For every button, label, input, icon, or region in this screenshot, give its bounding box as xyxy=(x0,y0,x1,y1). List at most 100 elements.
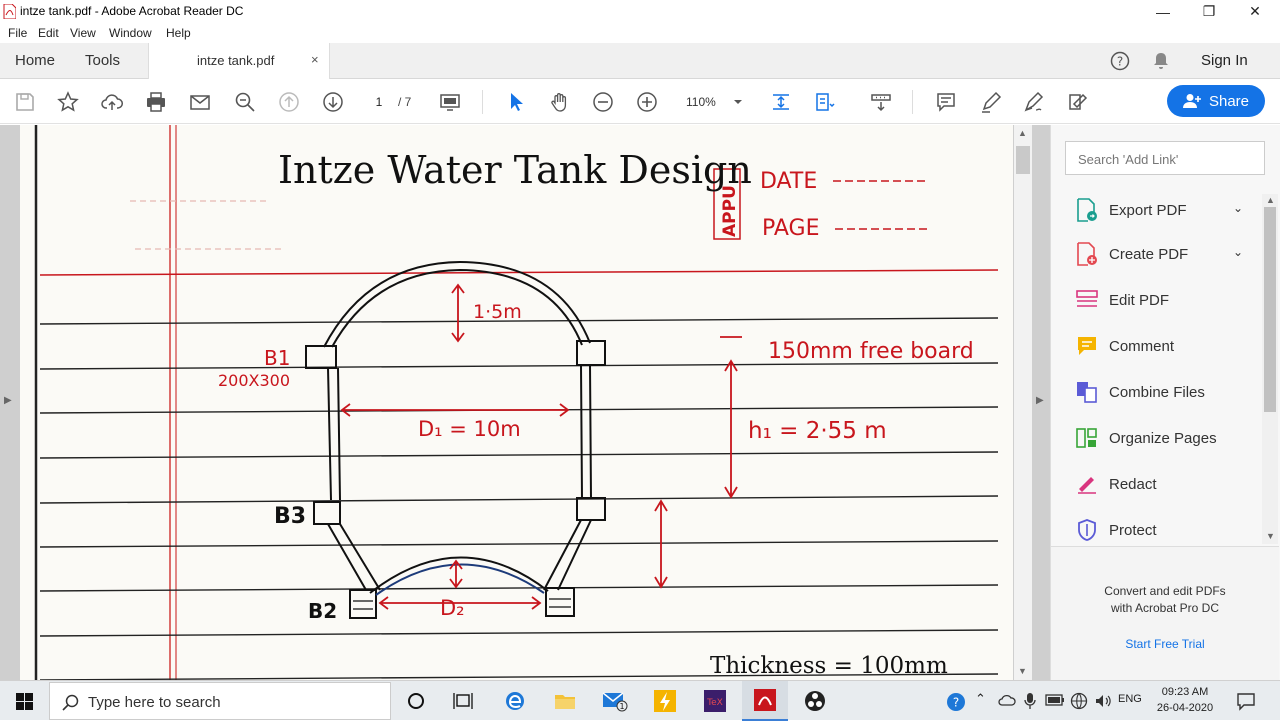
menu-edit[interactable]: Edit xyxy=(38,26,59,40)
promo-text: Convert and edit PDFs with Acrobat Pro D… xyxy=(1051,583,1279,617)
print-icon[interactable] xyxy=(144,90,168,114)
chevron-down-icon[interactable] xyxy=(733,99,743,105)
promo-line-1: Convert and edit PDFs xyxy=(1104,584,1226,598)
tool-label: Organize Pages xyxy=(1109,429,1217,447)
highlight-pen-icon[interactable] xyxy=(979,90,1003,114)
menu-file[interactable]: File xyxy=(8,26,27,40)
protect-icon xyxy=(1075,518,1099,542)
edit-pdf-icon xyxy=(1075,288,1099,312)
save-icon[interactable] xyxy=(13,90,37,114)
minimize-button[interactable]: — xyxy=(1140,0,1186,23)
search-zoom-icon[interactable] xyxy=(233,90,257,114)
input-language[interactable]: ENG xyxy=(1118,693,1142,705)
document-viewer[interactable]: ▶ Intze Water Tank Design APPU DATE PAGE… xyxy=(0,125,1050,680)
system-clock[interactable]: 09:23 AM 26-04-2020 xyxy=(1152,684,1218,716)
power-automate-icon[interactable] xyxy=(642,681,688,721)
tool-organize-pages[interactable]: Organize Pages xyxy=(1075,423,1265,453)
help-tray-icon[interactable]: ? xyxy=(946,692,966,715)
taskbar-search-box[interactable]: Type here to search xyxy=(49,682,391,720)
page-number-input[interactable]: 1 xyxy=(365,91,393,113)
mail-icon[interactable]: 1 xyxy=(592,681,638,721)
file-explorer-icon[interactable] xyxy=(542,681,588,721)
bell-icon[interactable] xyxy=(1152,52,1170,70)
page-up-icon[interactable] xyxy=(277,90,301,114)
mic-icon[interactable] xyxy=(1024,692,1036,713)
tool-redact[interactable]: Redact xyxy=(1075,469,1265,499)
right-panel-toggle-icon[interactable]: ▶ xyxy=(1036,395,1044,406)
label-b1-size: 200X300 xyxy=(218,371,290,390)
pdf-page: Intze Water Tank Design APPU DATE PAGE B… xyxy=(20,125,1013,680)
tool-combine-files[interactable]: Combine Files xyxy=(1075,377,1265,407)
tool-comment[interactable]: Comment xyxy=(1075,331,1265,361)
scroll-up-icon[interactable]: ▲ xyxy=(1018,128,1027,138)
acrobat-reader-taskbar-icon[interactable] xyxy=(742,681,788,721)
show-hidden-icons-icon[interactable]: ⌃ xyxy=(975,691,986,707)
battery-icon[interactable] xyxy=(1045,693,1065,710)
tool-create-pdf[interactable]: Create PDF ⌄ xyxy=(1075,239,1265,269)
comment-tool-icon[interactable] xyxy=(934,90,958,114)
volume-icon[interactable] xyxy=(1094,692,1112,713)
notifications-icon[interactable] xyxy=(1236,691,1256,714)
page-display-icon[interactable] xyxy=(813,90,837,114)
comment-icon xyxy=(1075,334,1099,358)
tab-bar: Home Tools intze tank.pdf × ? Sign In xyxy=(0,43,1280,79)
tool-label: Comment xyxy=(1109,337,1175,355)
tools-scroll-up-icon[interactable]: ▲ xyxy=(1266,195,1275,205)
menu-window[interactable]: Window xyxy=(109,26,152,40)
task-view-icon[interactable] xyxy=(440,681,486,721)
tool-export-pdf[interactable]: Export PDF ⌄ xyxy=(1075,195,1265,225)
tools-scroll-down-icon[interactable]: ▼ xyxy=(1266,531,1275,541)
menu-view[interactable]: View xyxy=(70,26,96,40)
tex-editor-icon[interactable]: TeX xyxy=(692,681,738,721)
tool-protect[interactable]: Protect xyxy=(1075,515,1265,545)
toolbar-divider xyxy=(482,90,483,114)
upload-cloud-icon[interactable] xyxy=(100,90,124,114)
zoom-out-icon[interactable] xyxy=(591,90,615,114)
select-cursor-icon[interactable] xyxy=(504,90,528,114)
tools-search-input[interactable]: Search 'Add Link' xyxy=(1065,141,1265,175)
menu-help[interactable]: Help xyxy=(166,26,191,40)
scroll-mode-icon[interactable] xyxy=(769,90,793,114)
network-globe-icon[interactable] xyxy=(1070,692,1088,713)
more-tools-icon[interactable] xyxy=(1066,90,1090,114)
document-scrollbar-thumb[interactable] xyxy=(1016,146,1030,174)
help-icon[interactable]: ? xyxy=(1110,51,1130,71)
label-b3: B3 xyxy=(274,504,306,529)
sign-pen-icon[interactable] xyxy=(1022,90,1046,114)
create-pdf-icon xyxy=(1075,242,1099,266)
restore-button[interactable]: ❐ xyxy=(1186,0,1232,23)
tool-edit-pdf[interactable]: Edit PDF xyxy=(1075,285,1265,315)
zoom-in-icon[interactable] xyxy=(635,90,659,114)
svg-text:1: 1 xyxy=(619,702,624,711)
taskbar-search-placeholder: Type here to search xyxy=(88,694,221,711)
chevron-down-icon[interactable]: ⌄ xyxy=(1233,245,1243,259)
obs-studio-icon[interactable] xyxy=(792,681,838,721)
hand-tool-icon[interactable] xyxy=(548,90,572,114)
star-icon[interactable] xyxy=(56,90,80,114)
tab-document[interactable]: intze tank.pdf × xyxy=(148,43,330,79)
sign-in-link[interactable]: Sign In xyxy=(1201,52,1248,69)
fit-page-icon[interactable] xyxy=(438,90,462,114)
left-panel-toggle-icon[interactable]: ▶ xyxy=(4,395,12,406)
tab-home[interactable]: Home xyxy=(15,52,55,69)
chevron-down-icon[interactable]: ⌄ xyxy=(1233,201,1243,215)
read-mode-icon[interactable] xyxy=(869,90,893,114)
close-window-button[interactable]: ✕ xyxy=(1232,0,1278,23)
edge-browser-icon[interactable] xyxy=(492,681,538,721)
thickness-label: Thickness = 100mm xyxy=(710,653,948,679)
organize-pages-icon xyxy=(1075,426,1099,450)
close-tab-icon[interactable]: × xyxy=(311,52,319,67)
zoom-level-select[interactable]: 110% xyxy=(686,95,716,109)
onedrive-icon[interactable] xyxy=(998,693,1016,710)
tab-tools[interactable]: Tools xyxy=(85,52,120,69)
h1-label: h₁ = 2·55 m xyxy=(748,418,887,444)
start-button[interactable] xyxy=(0,681,48,721)
tools-scrollbar-thumb[interactable] xyxy=(1264,207,1276,412)
email-icon[interactable] xyxy=(188,90,212,114)
document-scrollbar[interactable] xyxy=(1014,125,1032,680)
share-button[interactable]: Share xyxy=(1167,85,1265,117)
start-free-trial-link[interactable]: Start Free Trial xyxy=(1051,637,1279,651)
page-down-icon[interactable] xyxy=(321,90,345,114)
cortana-icon[interactable] xyxy=(393,681,439,721)
scroll-down-icon[interactable]: ▼ xyxy=(1018,666,1027,676)
